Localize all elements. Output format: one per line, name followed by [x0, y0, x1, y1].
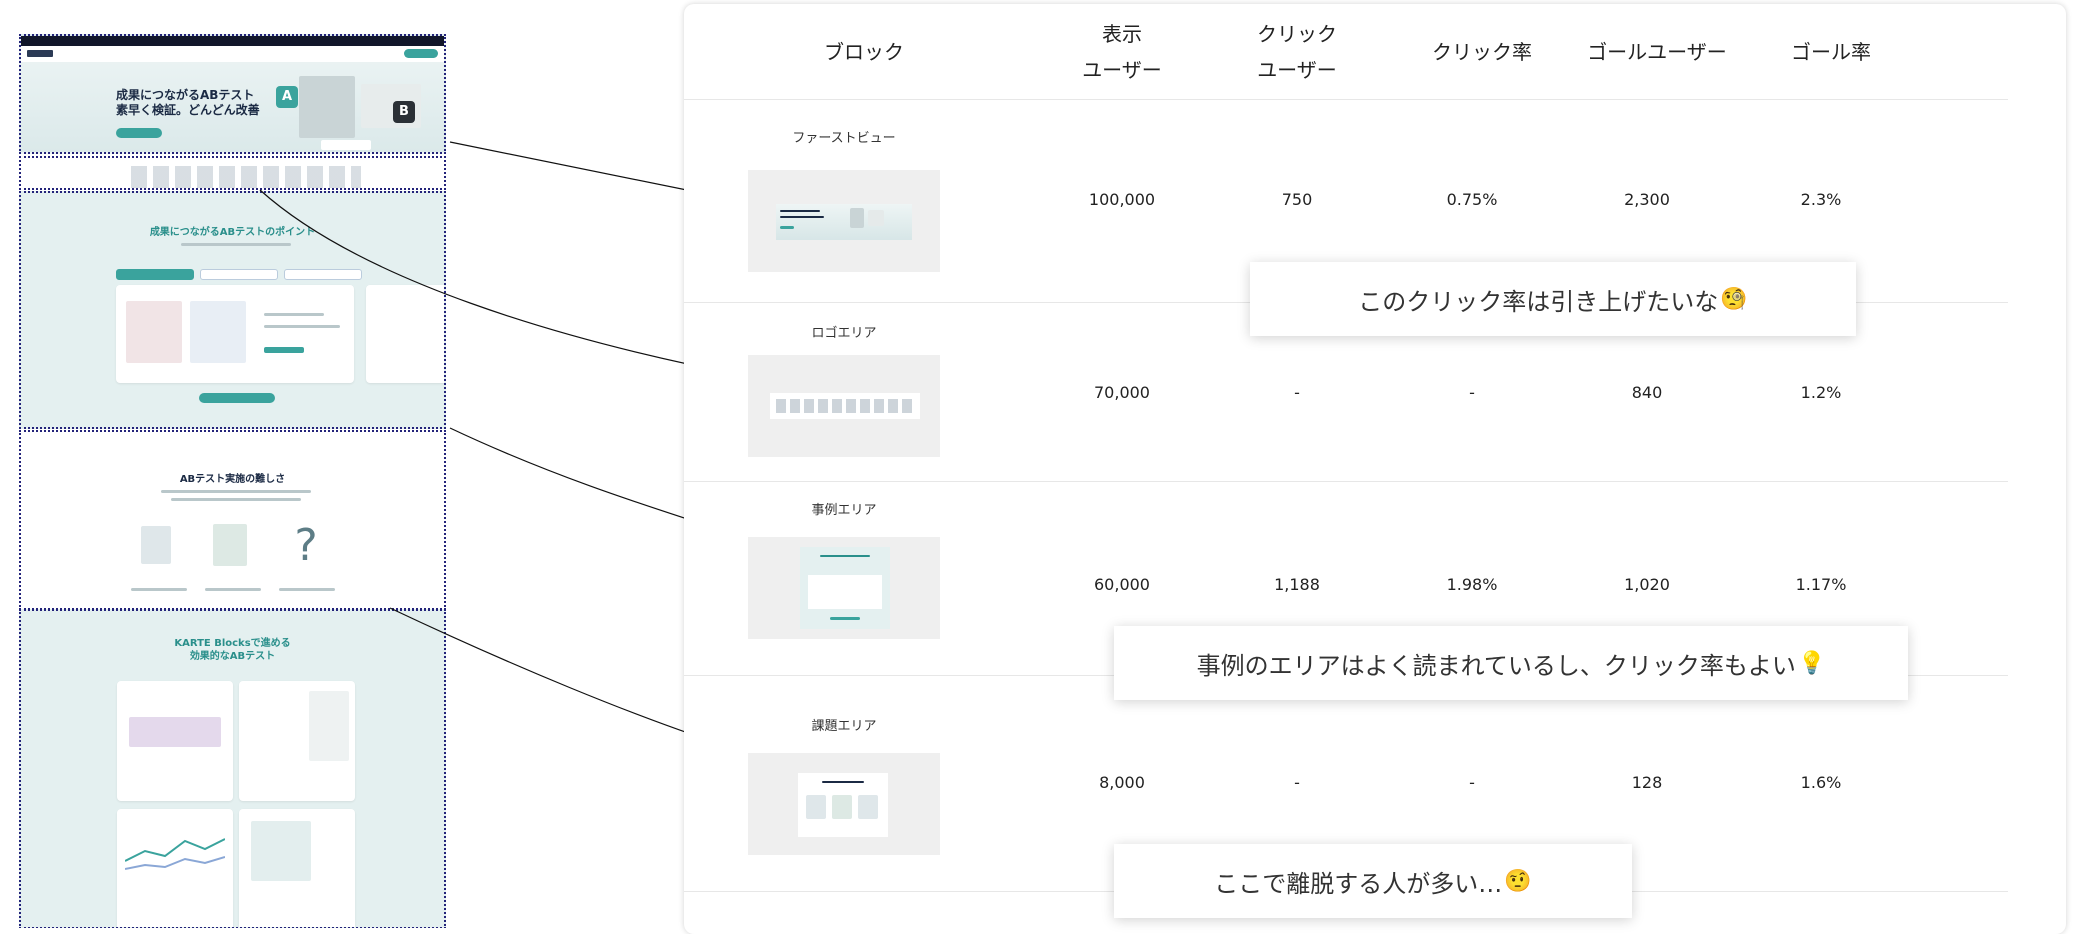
kb-card-1 [117, 681, 233, 801]
case-more-button [199, 393, 275, 403]
cell-goal-users: 1,020 [1624, 575, 1670, 594]
bubble-text: ここで離脱する人が多い… [1214, 869, 1503, 898]
cell-click-rate: - [1469, 383, 1475, 402]
fv-cta-button [116, 128, 162, 138]
question-mark-icon: ? [294, 520, 318, 571]
fv-headline: 成果につながるABテスト 素早く検証。どんどん改善 [116, 88, 260, 117]
row-block-name: ファーストビュー [792, 131, 896, 146]
fv-product-image-a [299, 76, 355, 138]
raised-eyebrow-face-icon: 🤨 [1504, 868, 1532, 894]
kb-heading: KARTE Blocksで進める 効果的なABテスト [174, 638, 291, 662]
cell-view-users: 100,000 [1088, 190, 1156, 209]
cell-click-rate: 1.98% [1446, 575, 1498, 594]
bubble-text: 事例のエリアはよく読まれているし、クリック率もよい [1196, 651, 1796, 680]
site-header [21, 46, 444, 62]
cell-view-users: 60,000 [1094, 575, 1150, 594]
bubble-tail [1388, 246, 1420, 262]
variant-b-badge: B [393, 101, 415, 123]
divider [684, 481, 2008, 482]
row-block-name: 事例エリア [811, 503, 877, 518]
landing-page-screenshot: 成果につながるABテスト 素早く検証。どんどん改善 A B 成果につながるABテ… [19, 34, 450, 928]
header-block: ブロック [824, 40, 904, 64]
kb-card-2 [239, 681, 355, 801]
thinking-face-icon: 🧐 [1720, 286, 1748, 312]
fv-product-row [321, 140, 371, 150]
header-click-rate: クリック率 [1432, 40, 1532, 64]
row-block-name: 課題エリア [811, 719, 877, 734]
cell-goal-rate: 2.3% [1800, 190, 1842, 209]
client-logos [131, 166, 361, 188]
cell-click-users: - [1294, 773, 1300, 792]
case-heading: 成果につながるABテストのポイント [149, 227, 316, 238]
cell-view-users: 8,000 [1099, 773, 1145, 792]
logo-section [19, 156, 446, 190]
cell-goal-rate: 1.6% [1800, 773, 1842, 792]
kb-card-3 [117, 809, 233, 927]
header-view-users: 表示 ユーザー [1082, 22, 1162, 82]
kb-card-4 [239, 809, 355, 927]
cell-goal-rate: 1.17% [1795, 575, 1847, 594]
cell-goal-users: 128 [1631, 773, 1663, 792]
case-card-next [366, 285, 444, 383]
header-cta [404, 49, 438, 58]
header-goal-rate: ゴール率 [1791, 40, 1871, 64]
illustration-person-2 [207, 516, 253, 578]
analytics-table-panel: ブロック 表示 ユーザー クリック ユーザー クリック率 ゴールユーザー ゴール… [684, 4, 2066, 934]
comment-bubble-click-rate: このクリック率は引き上げたいな 🧐 [1250, 262, 1856, 336]
case-card [116, 285, 354, 383]
cell-click-rate: 0.75% [1446, 190, 1498, 209]
cell-goal-users: 2,300 [1624, 190, 1670, 209]
bubble-tail [1478, 610, 1510, 626]
row-block-name: ロゴエリア [811, 326, 877, 341]
block-thumbnail [748, 355, 940, 457]
site-logo [27, 50, 53, 57]
block-thumbnail [748, 753, 940, 855]
divider [684, 99, 2008, 100]
variant-a-badge: A [276, 86, 298, 108]
header-goal-users: ゴールユーザー [1587, 40, 1727, 64]
comment-bubble-drop-off: ここで離脱する人が多い… 🤨 [1114, 844, 1632, 918]
comment-bubble-case-area: 事例のエリアはよく読まれているし、クリック率もよい 💡 [1114, 626, 1908, 700]
problem-heading: ABテスト実施の難しさ [179, 474, 286, 485]
first-view-section: 成果につながるABテスト 素早く検証。どんどん改善 A B [19, 34, 446, 154]
bubble-text: このクリック率は引き上げたいな [1358, 287, 1719, 316]
cell-view-users: 70,000 [1094, 383, 1150, 402]
cell-click-users: - [1294, 383, 1300, 402]
cell-goal-users: 840 [1631, 383, 1663, 402]
block-thumbnail [748, 537, 940, 639]
header-click-users: クリック ユーザー [1257, 22, 1337, 82]
case-section: 成果につながるABテストのポイント [19, 191, 446, 429]
problem-section: ABテスト実施の難しさ ? [19, 430, 446, 610]
cell-goal-rate: 1.2% [1800, 383, 1842, 402]
block-thumbnail [748, 170, 940, 272]
illustration-person-1 [133, 516, 179, 578]
light-bulb-icon: 💡 [1797, 650, 1826, 676]
cell-click-users: 1,188 [1274, 575, 1320, 594]
top-nav-bar [21, 36, 444, 46]
karte-blocks-section: KARTE Blocksで進める 効果的なABテスト [19, 609, 446, 928]
case-tabs [116, 265, 376, 280]
cell-click-users: 750 [1281, 190, 1313, 209]
cell-click-rate: - [1469, 773, 1475, 792]
